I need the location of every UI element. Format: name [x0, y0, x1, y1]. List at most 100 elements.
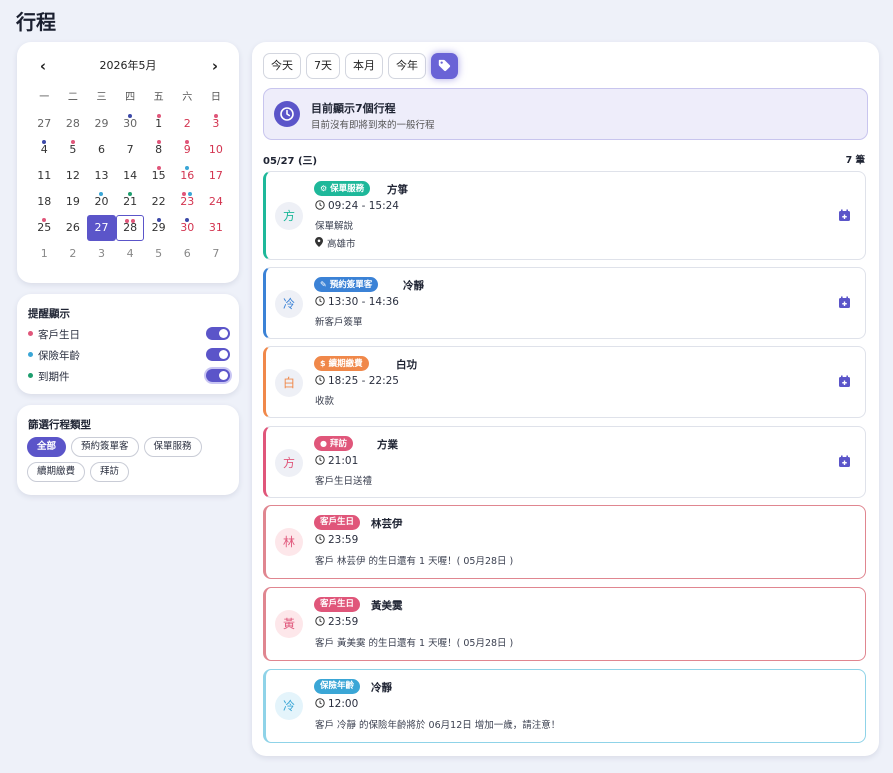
add-to-calendar-icon[interactable]	[838, 375, 851, 388]
calendar-day[interactable]: 15	[144, 163, 173, 189]
calendar-day[interactable]: 30	[173, 215, 202, 241]
page-title: 行程	[16, 10, 56, 34]
birthday-toggle[interactable]	[206, 327, 230, 340]
calendar-day-number: 14	[123, 169, 138, 182]
calendar-day-number: 7	[126, 143, 134, 156]
age-toggle[interactable]	[206, 348, 230, 361]
calendar-day[interactable]: 29	[144, 215, 173, 241]
event-dots	[144, 114, 173, 118]
calendar-day[interactable]: 24	[202, 189, 231, 215]
calendar-day[interactable]: 18	[30, 189, 59, 215]
calendar-day[interactable]: 21	[116, 189, 145, 215]
calendar-day[interactable]: 8	[144, 137, 173, 163]
calendar-day[interactable]: 25	[30, 215, 59, 241]
calendar-day[interactable]: 26	[59, 215, 88, 241]
event-type-badge: 客戶生日	[314, 597, 361, 612]
calendar-day[interactable]: 4	[30, 137, 59, 163]
calendar-day-number: 31	[208, 221, 223, 234]
range-year-button[interactable]: 今年	[388, 53, 426, 79]
calendar-day[interactable]: 5	[59, 137, 88, 163]
calendar-day[interactable]: 14	[116, 163, 145, 189]
calendar-day[interactable]: 7	[202, 241, 231, 267]
calendar-day[interactable]: 6	[87, 137, 116, 163]
calendar-day-number: 3	[212, 117, 220, 130]
event-card[interactable]: 白 $ 續期繳費 白功 18:25 - 22:25 收款	[263, 346, 866, 418]
range-7days-button[interactable]: 7天	[306, 53, 340, 79]
weekday-label: 二	[67, 92, 78, 103]
calendar-day-number: 23	[180, 195, 195, 208]
event-note: 新客戶簽單	[315, 317, 363, 328]
avatar: 冷	[275, 692, 303, 720]
event-dot-icon	[156, 218, 161, 222]
calendar-day-number: 10	[208, 143, 223, 156]
calendar-day[interactable]: 27	[30, 111, 59, 137]
range-month-button[interactable]: 本月	[345, 53, 383, 79]
banner-title: 目前顯示7個行程	[311, 102, 396, 115]
calendar-day[interactable]: 17	[202, 163, 231, 189]
event-card[interactable]: 林 客戶生日 林芸伊 23:59 客戶 林芸伊 的生日還有 1 天喔！( 05月…	[263, 505, 866, 579]
calendar-day[interactable]: 30	[116, 111, 145, 137]
calendar-day[interactable]: 5	[144, 241, 173, 267]
schedule-panel: 今天 7天 本月 今年 目前顯示7個行程 目前沒有即將到來的一般行程 05/27…	[252, 42, 879, 756]
clock-icon	[274, 101, 300, 127]
range-today-button[interactable]: 今天	[263, 53, 301, 79]
filter-chip-all[interactable]: 全部	[27, 437, 67, 457]
event-time: 13:30 - 14:36	[315, 296, 399, 308]
calendar-day[interactable]: 12	[59, 163, 88, 189]
filter-chip-payment[interactable]: 續期繳費	[27, 462, 86, 482]
calendar-day[interactable]: 28	[115, 215, 145, 241]
calendar-day[interactable]: 3	[202, 111, 231, 137]
calendar-day[interactable]: 10	[202, 137, 231, 163]
calendar-day[interactable]: 20	[87, 189, 116, 215]
filter-chip-visit[interactable]: 拜訪	[90, 462, 130, 482]
prev-month-button[interactable]: ‹	[33, 56, 53, 76]
event-card[interactable]: 冷 ✎ 預約簽單客 冷靜 13:30 - 14:36 新客戶簽單	[263, 267, 866, 339]
add-to-calendar-icon[interactable]	[838, 455, 851, 468]
clock-icon	[315, 200, 325, 210]
event-dots	[116, 114, 145, 118]
filter-chip-signing[interactable]: 預約簽單客	[71, 437, 139, 457]
calendar-day[interactable]: 27	[87, 215, 116, 241]
calendar-day[interactable]: 28	[59, 111, 88, 137]
calendar-day[interactable]: 29	[87, 111, 116, 137]
calendar-day[interactable]: 3	[87, 241, 116, 267]
add-to-calendar-icon[interactable]	[838, 209, 851, 222]
calendar-day[interactable]: 7	[116, 137, 145, 163]
calendar-day[interactable]: 11	[30, 163, 59, 189]
event-dots	[144, 166, 173, 170]
calendar-day[interactable]: 2	[59, 241, 88, 267]
filter-chip-service[interactable]: 保單服務	[143, 437, 202, 457]
calendar-day-number: 22	[151, 195, 166, 208]
calendar-day[interactable]: 23	[173, 189, 202, 215]
calendar-grid: 一二三四五六日 27 28 29 30 1 2 3 4 5 6 7 8 9 10 11 12 13 14 15 16 17…	[30, 85, 230, 267]
calendar-day[interactable]: 1	[144, 111, 173, 137]
calendar-day[interactable]: 4	[116, 241, 145, 267]
event-dots	[173, 192, 202, 196]
next-month-button[interactable]: ›	[205, 56, 225, 76]
calendar-day[interactable]: 22	[144, 189, 173, 215]
calendar-day[interactable]: 9	[173, 137, 202, 163]
event-card[interactable]: 方 ● 拜訪 方業 21:01 客戶生日送禮	[263, 426, 866, 498]
reminder-label: 到期件	[38, 371, 70, 383]
calendar-day[interactable]: 2	[173, 111, 202, 137]
event-card[interactable]: 黃 客戶生日 黃美霙 23:59 客戶 黃美霙 的生日還有 1 天喔！( 05月…	[263, 587, 866, 661]
event-time: 23:59	[315, 534, 358, 546]
event-dot-icon	[156, 166, 161, 170]
expiry-toggle[interactable]	[206, 369, 230, 382]
calendar-day-number: 5	[69, 143, 77, 156]
calendar-day[interactable]: 13	[87, 163, 116, 189]
event-time: 23:59	[315, 616, 358, 628]
calendar-day[interactable]: 1	[30, 241, 59, 267]
event-card[interactable]: 方 ⚙ 保單服務 方箏 09:24 - 15:24 保單解說 高雄市	[263, 171, 866, 260]
calendar-day[interactable]: 6	[173, 241, 202, 267]
event-dot-icon	[156, 140, 161, 144]
add-to-calendar-icon[interactable]	[838, 296, 851, 309]
event-type-badge: 保險年齡	[314, 679, 361, 694]
calendar-day[interactable]: 16	[173, 163, 202, 189]
calendar-day-number: 2	[183, 117, 191, 130]
tag-filter-button[interactable]	[431, 53, 458, 79]
calendar-day[interactable]: 19	[59, 189, 88, 215]
calendar-day[interactable]: 31	[202, 215, 231, 241]
event-dot-icon	[156, 114, 161, 118]
event-card[interactable]: 冷 保險年齡 冷靜 12:00 客戶 冷靜 的保險年齡將於 06月12日 增加一…	[263, 669, 866, 743]
